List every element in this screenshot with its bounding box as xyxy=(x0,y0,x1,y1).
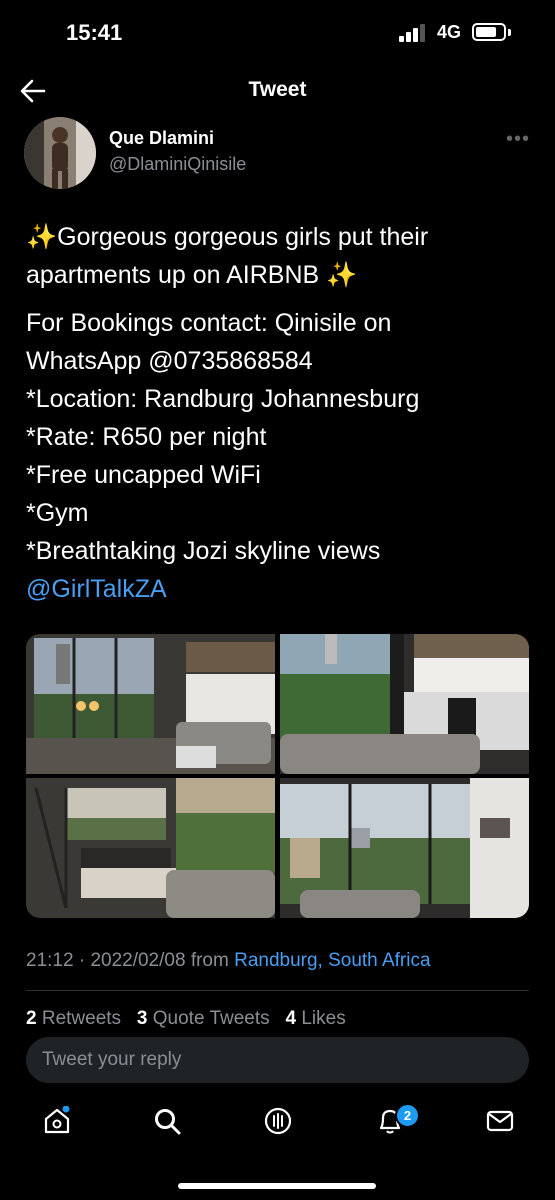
home-indicator xyxy=(178,1183,376,1189)
mention-link[interactable]: @GirlTalkZA xyxy=(26,570,531,608)
tweet-line: *Rate: R650 per night xyxy=(26,423,267,451)
tweet-time: 21:12 xyxy=(26,950,74,971)
tweet-photo-bedroom[interactable] xyxy=(26,778,275,918)
tweet-text: ✨Gorgeous gorgeous girls put their apart… xyxy=(26,218,531,608)
sparkle-icon: ✨ xyxy=(326,261,358,289)
home-icon[interactable] xyxy=(42,1106,72,1136)
battery-icon xyxy=(472,23,506,41)
tweet-line: WhatsApp @0735868584 xyxy=(26,347,313,375)
tweet-line: ✨Gorgeous gorgeous girls put their xyxy=(26,223,429,251)
sparkle-icon: ✨ xyxy=(26,223,58,251)
reply-input[interactable]: Tweet your reply xyxy=(26,1037,529,1083)
tweet-photo-kitchen[interactable] xyxy=(280,634,529,774)
messages-icon[interactable] xyxy=(485,1106,515,1136)
tweet-stats: 2 Retweets 3 Quote Tweets 4 Likes xyxy=(26,1008,346,1030)
spaces-icon[interactable] xyxy=(263,1106,293,1136)
network-type: 4G xyxy=(437,22,462,42)
tweet-date: 2022/02/08 xyxy=(90,950,186,971)
page-title: Tweet xyxy=(248,78,307,101)
status-time: 15:41 xyxy=(66,20,123,45)
author-name[interactable]: Que Dlamini xyxy=(109,128,214,149)
likes-stat[interactable]: 4 Likes xyxy=(286,1008,346,1029)
notifications-badge: 2 xyxy=(395,1103,420,1128)
quote-tweets-stat[interactable]: 3 Quote Tweets xyxy=(137,1008,270,1029)
divider xyxy=(26,990,529,991)
more-options-icon[interactable]: ••• xyxy=(506,128,530,151)
tweet-line: *Free uncapped WiFi xyxy=(26,461,261,489)
top-nav: Tweet xyxy=(0,66,555,118)
location-link[interactable]: Randburg, South Africa xyxy=(234,950,430,971)
tweet-line: *Gym xyxy=(26,499,89,527)
tweet-meta: 21:12 · 2022/02/08 from Randburg, South … xyxy=(26,950,431,971)
tweet-line: *Location: Randburg Johannesburg xyxy=(26,385,420,413)
tweet-photo-city-view[interactable] xyxy=(280,778,529,918)
photo-grid xyxy=(26,634,529,918)
tweet-photo-living-room[interactable] xyxy=(26,634,275,774)
search-icon[interactable] xyxy=(152,1106,182,1136)
tweet-line: apartments up on AIRBNB ✨ xyxy=(26,261,358,289)
tweet-line: *Breathtaking Jozi skyline views xyxy=(26,537,381,565)
signal-icon xyxy=(399,24,425,42)
avatar[interactable] xyxy=(24,117,96,189)
retweets-stat[interactable]: 2 Retweets xyxy=(26,1008,121,1029)
status-bar: 15:41 4G xyxy=(0,0,555,66)
author-handle[interactable]: @DlaminiQinisile xyxy=(109,154,246,175)
tweet-line: For Bookings contact: Qinisile on xyxy=(26,309,392,337)
